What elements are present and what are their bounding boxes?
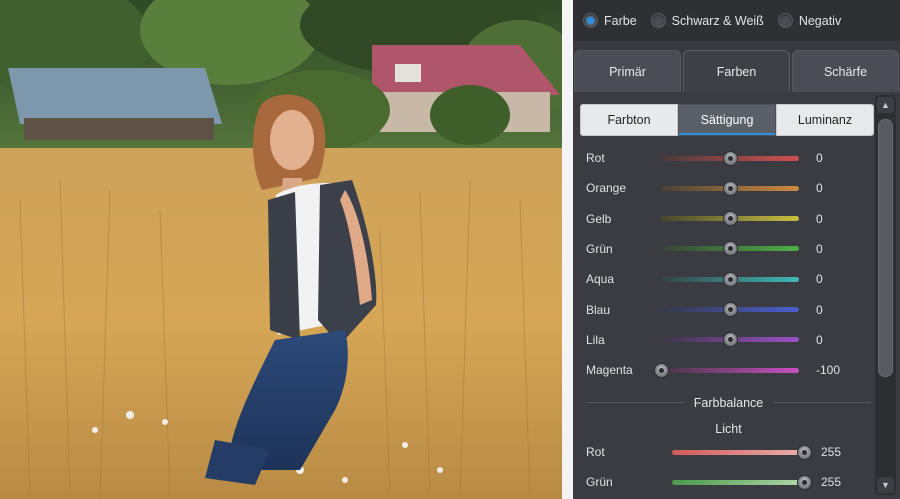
tab-luminanz[interactable]: Luminanz (776, 104, 874, 136)
radio-indicator (650, 13, 666, 28)
slider-handle[interactable] (722, 271, 738, 287)
color-balance-title-text: Farbbalance (683, 396, 774, 410)
slider-value: 255 (821, 475, 842, 489)
slider-row-aqua: Aqua 0 (586, 264, 871, 294)
slider-label: Grün (586, 475, 613, 489)
slider-label: Lila (586, 332, 605, 347)
slider-row-magenta: Magenta -100 (586, 355, 871, 385)
radio-negativ[interactable]: Negativ (777, 13, 842, 28)
slider-handle[interactable] (722, 241, 738, 257)
slider-row-orange: Orange 0 (586, 173, 871, 203)
slider-row-lila: Lila 0 (586, 325, 871, 355)
tab-farbton[interactable]: Farbton (580, 104, 678, 136)
slider-value: 0 (816, 272, 823, 287)
adjustment-panel: Farbe Schwarz & Weiß Negativ Primär Farb… (573, 0, 900, 499)
slider-label: Blau (586, 302, 611, 317)
slider-track[interactable] (672, 450, 804, 455)
tab-schaerfe[interactable]: Schärfe (792, 50, 899, 92)
slider-handle[interactable] (722, 332, 738, 348)
slider-handle[interactable] (722, 211, 738, 227)
radio-label: Negativ (798, 13, 842, 28)
tab-primaer[interactable]: Primär (574, 50, 681, 92)
slider-handle[interactable] (653, 362, 669, 378)
slider-track[interactable] (661, 367, 799, 373)
slider-handle[interactable] (722, 301, 738, 317)
color-mode-selector: Farbe Schwarz & Weiß Negativ (573, 0, 900, 41)
saturation-sliders: Rot 0 Orange 0 Gelb 0 Grün 0 Aqua 0 Blau 0 Lila 0 Mage… (586, 143, 871, 385)
slider-value: -100 (816, 363, 841, 378)
radio-label: Schwarz & Weiß (671, 13, 764, 28)
slider-handle[interactable] (796, 475, 812, 490)
slider-value: 255 (821, 445, 842, 459)
color-balance-subtitle: Licht (715, 422, 742, 436)
balance-row-rot: Rot 255 (586, 442, 871, 464)
radio-label: Farbe (604, 13, 637, 28)
slider-label: Aqua (586, 272, 615, 287)
tab-saettigung[interactable]: Sättigung (678, 104, 776, 136)
main-tabs: Primär Farben Schärfe (573, 50, 900, 92)
sub-tabs: Farbton Sättigung Luminanz (580, 104, 874, 136)
slider-row-rot: Rot 0 (586, 143, 871, 173)
scroll-down-icon[interactable]: ▼ (877, 477, 894, 493)
scroll-up-icon[interactable]: ▲ (877, 97, 894, 113)
slider-label: Rot (586, 151, 605, 166)
slider-value: 0 (816, 302, 823, 317)
slider-handle[interactable] (722, 150, 738, 166)
slider-label: Orange (586, 181, 627, 196)
slider-label: Grün (586, 242, 613, 257)
radio-indicator (777, 13, 793, 28)
slider-label: Magenta (586, 363, 633, 378)
slider-handle[interactable] (796, 445, 812, 460)
slider-value: 0 (816, 211, 823, 226)
slider-value: 0 (816, 332, 823, 347)
slider-track[interactable] (672, 480, 804, 485)
slider-row-gelb: Gelb 0 (586, 204, 871, 234)
radio-farbe[interactable]: Farbe (583, 13, 637, 28)
panel-scrollbar[interactable]: ▲ ▼ (875, 95, 896, 495)
photo-image (0, 0, 562, 499)
slider-handle[interactable] (722, 180, 738, 196)
tab-farben[interactable]: Farben (683, 50, 790, 92)
slider-value: 0 (816, 181, 823, 196)
photo-canvas (0, 0, 562, 499)
slider-label: Rot (586, 445, 605, 459)
canvas-separator (562, 0, 573, 499)
scrollbar-thumb[interactable] (878, 119, 893, 377)
slider-row-grün: Grün 0 (586, 234, 871, 264)
slider-label: Gelb (586, 211, 612, 226)
color-balance-title: Farbbalance (586, 396, 871, 410)
slider-value: 0 (816, 151, 823, 166)
radio-schwarz-weiss[interactable]: Schwarz & Weiß (650, 13, 764, 28)
radio-indicator (583, 13, 598, 28)
slider-value: 0 (816, 242, 823, 257)
balance-row-grün: Grün 255 (586, 472, 871, 494)
slider-row-blau: Blau 0 (586, 294, 871, 324)
